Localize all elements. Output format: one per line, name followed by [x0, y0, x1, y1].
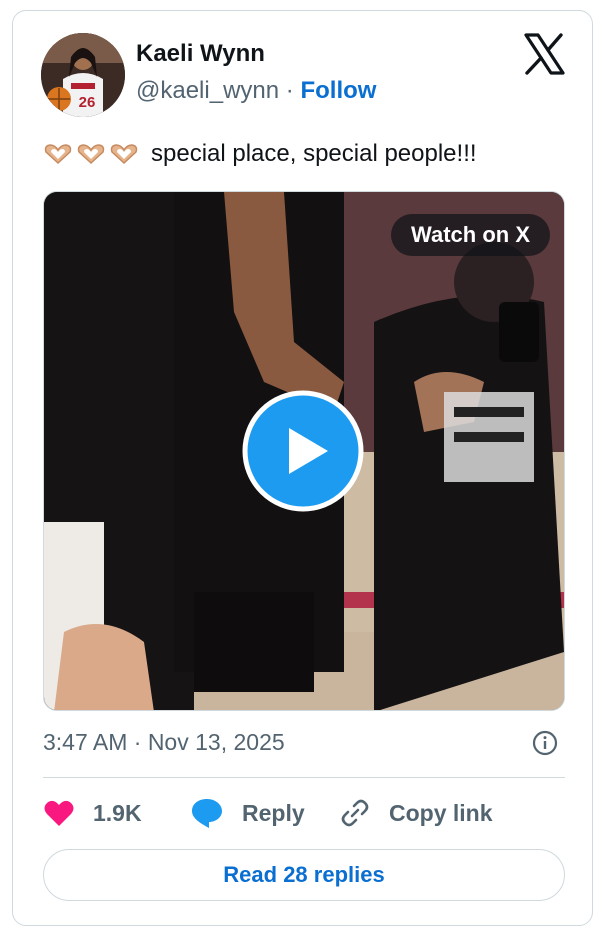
author-handle-row: @kaeli_wynn · Follow — [136, 77, 376, 105]
like-button[interactable]: 1.9K — [43, 796, 142, 830]
play-icon[interactable] — [242, 390, 364, 512]
x-logo-icon[interactable] — [521, 31, 567, 77]
heart-hands-icon — [44, 144, 72, 165]
copy-link-button[interactable]: Copy link — [339, 796, 493, 830]
separator-dot: · — [285, 77, 294, 104]
avatar-photo: 26 — [41, 33, 125, 117]
like-count: 1.9K — [93, 799, 142, 826]
avatar-jersey-number: 26 — [79, 94, 96, 111]
read-replies-button[interactable]: Read 28 replies — [43, 849, 565, 901]
heart-hands-icon — [110, 144, 138, 165]
heart-hands-icon — [77, 144, 105, 165]
reply-bubble-icon — [192, 799, 222, 828]
avatar[interactable]: 26 — [41, 33, 125, 117]
watch-on-x-button[interactable]: Watch on X — [391, 214, 550, 256]
tweet-text: special place, special people!!! — [151, 140, 477, 167]
divider — [43, 777, 565, 778]
video-media[interactable]: Watch on X — [43, 191, 565, 711]
reply-button[interactable]: Reply — [190, 796, 305, 830]
tweet-text-row: special place, special people!!! — [43, 140, 477, 168]
follow-button[interactable]: Follow — [300, 77, 376, 104]
author-handle[interactable]: @kaeli_wynn — [136, 77, 279, 104]
heart-icon — [44, 800, 74, 826]
reply-label: Reply — [242, 799, 305, 826]
embedded-tweet-card: 26 Kaeli Wynn @kaeli_wynn · Follow speci… — [12, 10, 593, 926]
heart-hands-emoji — [43, 143, 142, 165]
tweet-timestamp[interactable]: 3:47 AM · Nov 13, 2025 — [43, 729, 285, 756]
copy-link-label: Copy link — [389, 799, 493, 826]
author-name[interactable]: Kaeli Wynn — [136, 40, 265, 68]
info-icon[interactable] — [532, 730, 558, 756]
link-icon — [341, 799, 369, 827]
